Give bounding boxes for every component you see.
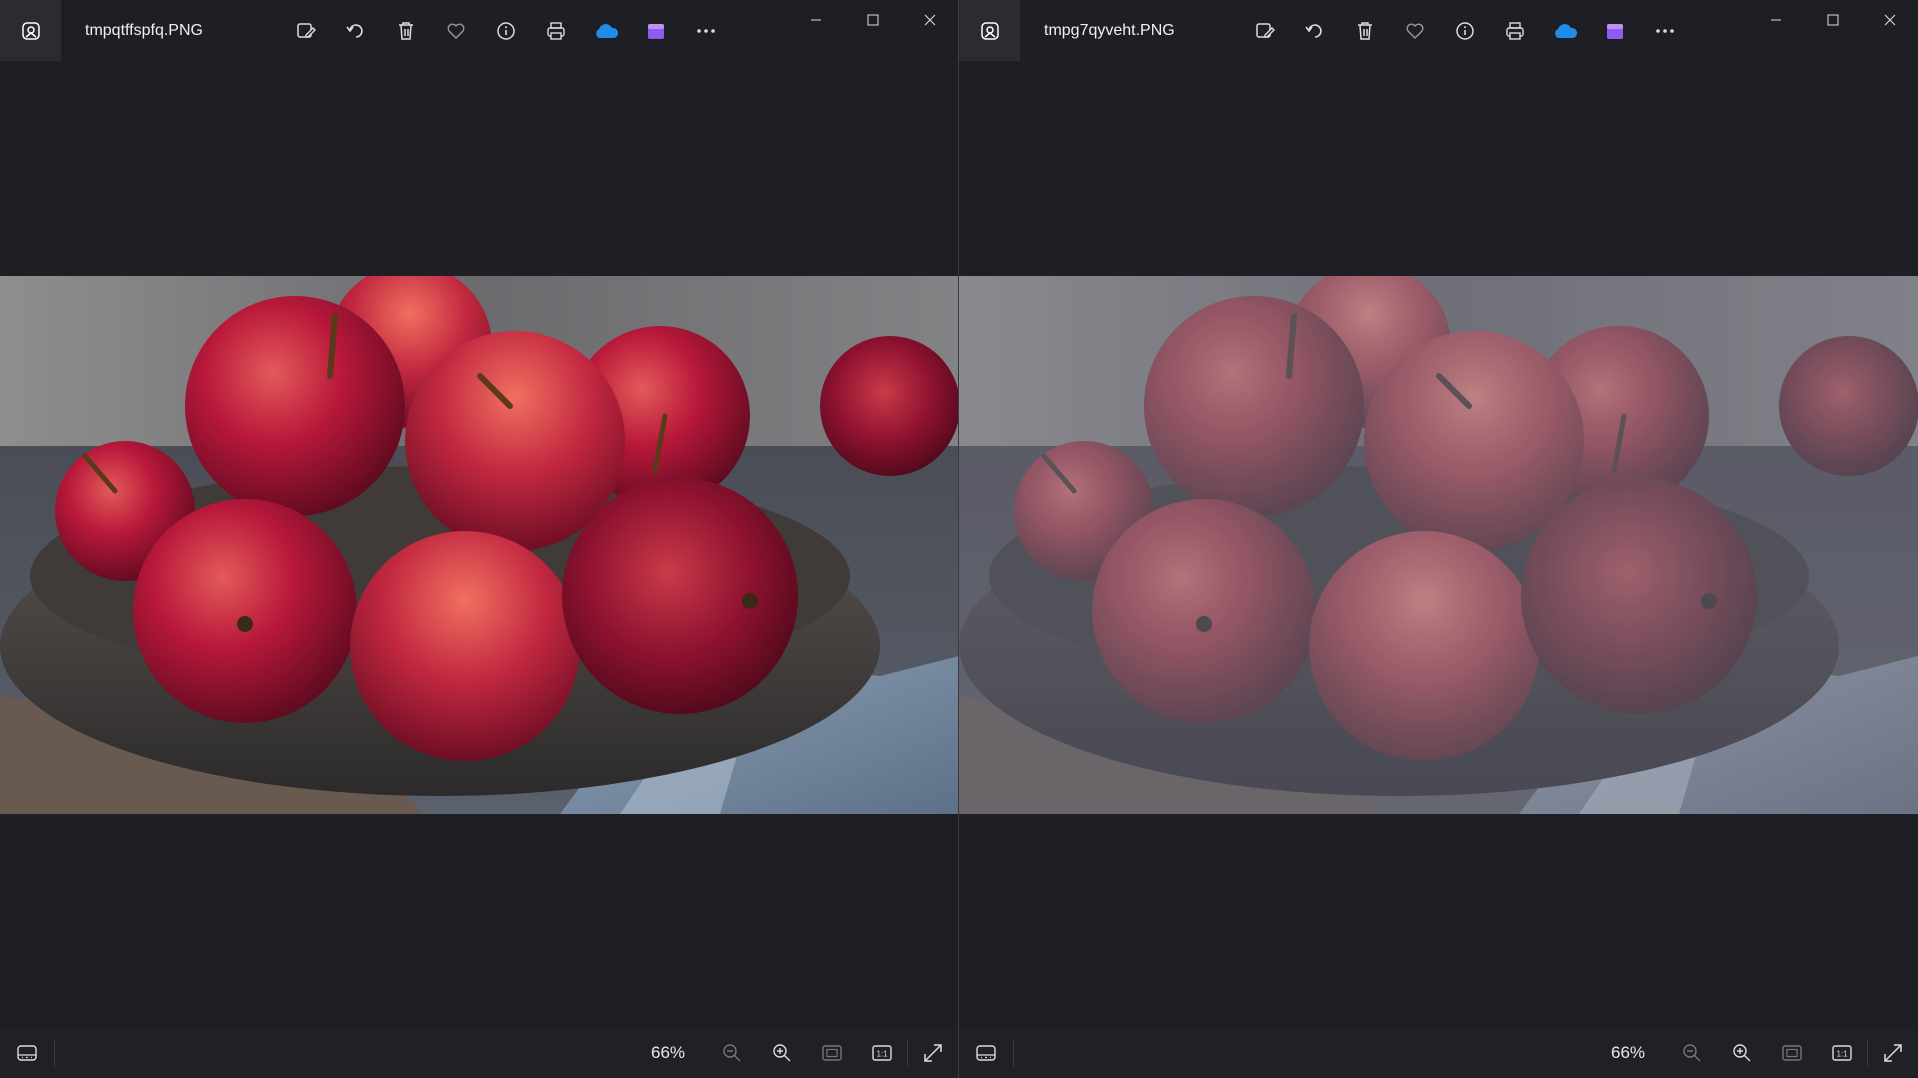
fit-to-window-icon[interactable] [807, 1028, 857, 1078]
onedrive-icon[interactable] [581, 11, 631, 51]
more-icon[interactable] [681, 11, 731, 51]
fullscreen-icon[interactable] [908, 1028, 958, 1078]
rotate-icon[interactable] [1290, 11, 1340, 51]
toolbar [1240, 11, 1690, 51]
minimize-icon[interactable] [787, 0, 844, 40]
rotate-icon[interactable] [331, 11, 381, 51]
title-bar: tmpg7qyveht.PNG [959, 0, 1918, 61]
fit-to-window-icon[interactable] [1767, 1028, 1817, 1078]
maximize-icon[interactable] [1804, 0, 1861, 40]
zoom-out-icon[interactable] [707, 1028, 757, 1078]
image-viewport[interactable] [959, 276, 1918, 814]
filmstrip-icon[interactable] [959, 1028, 1013, 1078]
info-icon[interactable] [1440, 11, 1490, 51]
zoom-controls: 66% 1:1 [1603, 1028, 1918, 1078]
zoom-level: 66% [650, 1043, 686, 1062]
favorite-icon[interactable] [1390, 11, 1440, 51]
clipchamp-icon[interactable] [1590, 11, 1640, 51]
apples-photo [0, 276, 958, 814]
print-icon[interactable] [1490, 11, 1540, 51]
delete-icon[interactable] [1340, 11, 1390, 51]
title-bar: tmpqtffspfq.PNG [0, 0, 958, 61]
file-name: tmpqtffspfq.PNG [85, 21, 203, 39]
zoom-controls: 66% 1:1 [643, 1028, 958, 1078]
minimize-icon[interactable] [1747, 0, 1804, 40]
file-name: tmpg7qyveht.PNG [1044, 21, 1175, 39]
toolbar [281, 11, 731, 51]
fullscreen-icon[interactable] [1868, 1028, 1918, 1078]
edit-image-icon[interactable] [281, 11, 331, 51]
zoom-in-icon[interactable] [1717, 1028, 1767, 1078]
clipchamp-icon[interactable] [631, 11, 681, 51]
photos-window-left: tmpqtffspfq.PNG 66% 1:1 [0, 0, 959, 1078]
delete-icon[interactable] [381, 11, 431, 51]
divider [1013, 1039, 1014, 1067]
photos-app-icon[interactable] [0, 0, 61, 61]
filmstrip-icon[interactable] [0, 1028, 54, 1078]
zoom-in-icon[interactable] [757, 1028, 807, 1078]
actual-size-icon[interactable]: 1:1 [1817, 1028, 1867, 1078]
maximize-icon[interactable] [844, 0, 901, 40]
actual-size-icon[interactable]: 1:1 [857, 1028, 907, 1078]
svg-text:1:1: 1:1 [876, 1050, 888, 1059]
window-controls [1747, 0, 1918, 40]
close-icon[interactable] [901, 0, 958, 40]
zoom-out-icon[interactable] [1667, 1028, 1717, 1078]
info-icon[interactable] [481, 11, 531, 51]
close-icon[interactable] [1861, 0, 1918, 40]
bottom-bar: 66% 1:1 [0, 1028, 958, 1078]
more-icon[interactable] [1640, 11, 1690, 51]
photos-app-icon[interactable] [959, 0, 1020, 61]
image-viewport[interactable] [0, 276, 958, 814]
window-controls [787, 0, 958, 40]
apples-photo-desaturated [959, 276, 1918, 814]
bottom-bar: 66% 1:1 [959, 1028, 1918, 1078]
zoom-level: 66% [1610, 1043, 1646, 1062]
print-icon[interactable] [531, 11, 581, 51]
onedrive-icon[interactable] [1540, 11, 1590, 51]
favorite-icon[interactable] [431, 11, 481, 51]
divider [54, 1039, 55, 1067]
edit-image-icon[interactable] [1240, 11, 1290, 51]
photos-window-right: tmpg7qyveht.PNG 66% 1:1 [959, 0, 1918, 1078]
svg-text:1:1: 1:1 [1836, 1050, 1848, 1059]
